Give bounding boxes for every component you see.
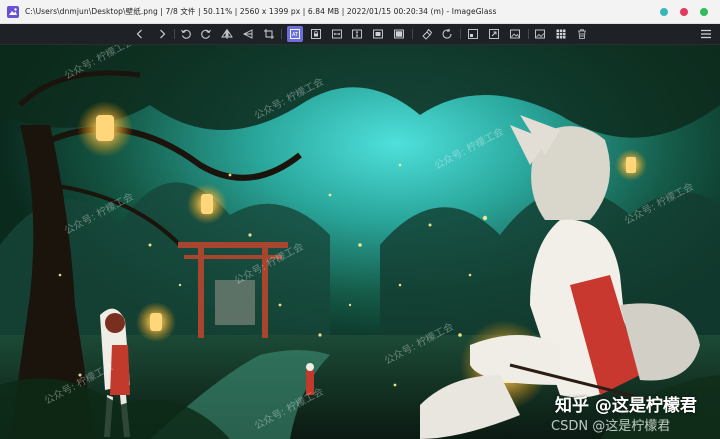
toolbar-separator <box>528 29 529 39</box>
open-gallery-icon[interactable] <box>532 26 548 42</box>
close-button[interactable] <box>680 7 688 16</box>
delete-icon[interactable] <box>574 26 590 42</box>
prev-image-icon[interactable] <box>132 26 148 42</box>
maximize-button[interactable] <box>700 7 708 16</box>
scale-to-width-icon[interactable] <box>329 26 345 42</box>
fullscreen-icon[interactable] <box>465 26 481 42</box>
toolbar-separator <box>412 29 413 39</box>
image-viewer[interactable]: 公众号: 柠檬工会 公众号: 柠檬工会 公众号: 柠檬工会 公众号: 柠檬工会 … <box>0 45 720 439</box>
rotate-left-icon[interactable] <box>178 26 194 42</box>
slideshow-icon[interactable] <box>507 26 523 42</box>
csdn-watermark: CSDN @这是柠檬君 <box>551 419 671 434</box>
auto-zoom-icon[interactable]: AT <box>287 26 303 42</box>
scale-to-fill-icon[interactable] <box>391 26 407 42</box>
scale-to-fit-icon[interactable] <box>370 26 386 42</box>
window-controls <box>660 7 708 16</box>
crop-icon[interactable] <box>261 26 277 42</box>
refresh-icon[interactable] <box>439 26 455 42</box>
window-title: C:\Users\dnmjun\Desktop\壁纸.png | 7/8 文件 … <box>25 7 497 16</box>
minimize-button[interactable] <box>660 7 668 16</box>
rotate-right-icon[interactable] <box>198 26 214 42</box>
imageglass-app-icon <box>7 5 19 18</box>
thumbnail-bar-icon[interactable] <box>553 26 569 42</box>
scale-to-height-icon[interactable] <box>349 26 365 42</box>
title-bar: C:\Users\dnmjun\Desktop\壁纸.png | 7/8 文件 … <box>0 0 720 24</box>
toolbar-separator <box>174 29 175 39</box>
next-image-icon[interactable] <box>154 26 170 42</box>
color-picker-icon[interactable] <box>419 26 435 42</box>
toolbar: AT <box>0 24 720 45</box>
zhihu-watermark: 知乎 @这是柠檬君 <box>555 396 697 416</box>
fit-window-icon[interactable] <box>486 26 502 42</box>
flip-vertical-icon[interactable] <box>240 26 256 42</box>
flip-horizontal-icon[interactable] <box>219 26 235 42</box>
lock-zoom-icon[interactable] <box>308 26 324 42</box>
main-menu-icon[interactable] <box>700 28 712 40</box>
toolbar-separator <box>460 29 461 39</box>
svg-text:AT: AT <box>292 32 299 38</box>
anime-forest-wallpaper <box>0 45 720 439</box>
toolbar-separator <box>281 29 282 39</box>
